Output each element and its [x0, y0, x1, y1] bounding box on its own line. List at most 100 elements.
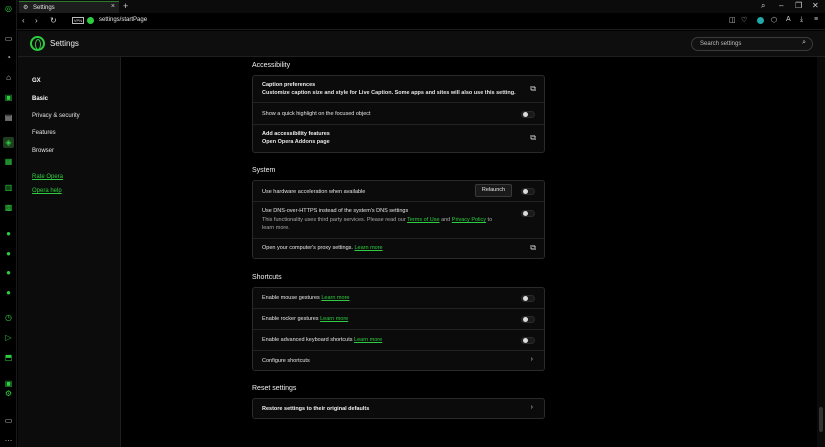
settings-app-icon[interactable]: ◈	[3, 137, 14, 148]
instagram-icon[interactable]: ●	[3, 248, 14, 259]
restore-defaults-label: Restore settings to their original defau…	[262, 406, 370, 412]
rate-opera-link[interactable]: Rate Opera	[32, 174, 63, 180]
highlight-toggle[interactable]	[521, 111, 535, 118]
window-close-button[interactable]: ✕	[812, 1, 819, 10]
search-placeholder: Search settings	[700, 41, 742, 47]
nav-item-gx[interactable]: GX	[32, 78, 41, 84]
external-link-icon[interactable]: ⧉	[530, 84, 536, 94]
shortcuts-card: Enable mouse gestures Learn more Enable …	[252, 287, 545, 371]
new-tab-button[interactable]: +	[123, 1, 128, 11]
dns-toggle[interactable]	[521, 210, 535, 217]
send-icon[interactable]: ▷	[3, 332, 14, 343]
more-icon[interactable]: …	[3, 433, 14, 444]
player-icon[interactable]: ▤	[3, 112, 14, 123]
tab-settings[interactable]: ⚙ Settings ×	[19, 1, 119, 13]
search-input[interactable]: Search settings ⌕	[691, 37, 813, 51]
cube-icon[interactable]: ⬡	[771, 16, 777, 24]
aria-icon[interactable]: A	[786, 16, 791, 23]
terms-of-use-link[interactable]: Terms of Use	[407, 217, 439, 223]
nav-item-basic[interactable]: Basic	[32, 96, 48, 102]
privacy-policy-link[interactable]: Privacy Policy	[452, 217, 486, 223]
mouse-learn-more-link[interactable]: Learn more	[321, 295, 349, 301]
mouse-gestures-row: Enable mouse gestures Learn more	[253, 288, 544, 309]
section-title-accessibility: Accessibility	[252, 62, 291, 69]
caption-subtitle: Customize caption size and style for Liv…	[262, 90, 516, 96]
opera-logo-icon	[30, 36, 45, 51]
twitch-icon[interactable]: ▣	[3, 92, 14, 103]
messenger-icon[interactable]: ▥	[3, 182, 14, 193]
restore-defaults-row[interactable]: Restore settings to their original defau…	[253, 399, 544, 419]
nav-item-features[interactable]: Features	[32, 130, 56, 136]
gx-control-icon[interactable]: ▭	[3, 33, 14, 44]
camera-icon[interactable]: ◫	[729, 16, 736, 24]
whatsapp-icon[interactable]: ●	[3, 228, 14, 239]
history-icon[interactable]: ◷	[3, 312, 14, 323]
dns-text: This functionality uses third party serv…	[262, 217, 406, 223]
minimize-button[interactable]: –	[779, 1, 783, 10]
forward-icon[interactable]: ›	[35, 16, 38, 25]
gx-settings-icon[interactable]: ⚙	[3, 388, 14, 399]
reload-icon[interactable]: ↻	[50, 16, 57, 25]
nav-item-privacy-security[interactable]: Privacy & security	[32, 113, 80, 119]
discord-icon[interactable]: ▦	[3, 156, 14, 167]
keyboard-shortcuts-toggle[interactable]	[521, 337, 535, 344]
vk-icon[interactable]: ●	[3, 267, 14, 278]
section-title-reset: Reset settings	[252, 385, 297, 392]
twitter-icon[interactable]: ●	[3, 287, 14, 298]
proxy-learn-more-link[interactable]: Learn more	[354, 245, 382, 251]
search-icon[interactable]: ⌕	[802, 39, 806, 47]
profile-icon[interactable]	[757, 17, 764, 24]
keyboard-shortcuts-row: Enable advanced keyboard shortcuts Learn…	[253, 330, 544, 351]
hardware-acceleration-label: Use hardware acceleration when available	[262, 189, 366, 195]
tab-title: Settings	[33, 4, 55, 11]
dns-title: Use DNS-over-HTTPS instead of the system…	[262, 208, 409, 214]
caption-title: Caption preferences	[262, 82, 316, 88]
dns-learn-text: learn more.	[262, 225, 290, 231]
configure-shortcuts-label: Configure shortcuts	[262, 358, 310, 364]
site-info-icon[interactable]	[87, 17, 94, 24]
proxy-text: Open your computer's proxy settings.	[262, 245, 353, 251]
highlight-row: Show a quick highlight on the focused ob…	[253, 103, 544, 125]
rocker-learn-more-link[interactable]: Learn more	[320, 316, 348, 322]
nav-item-browser[interactable]: Browser	[32, 148, 54, 154]
keyboard-shortcuts-label: Enable advanced keyboard shortcuts Learn…	[262, 337, 382, 343]
download-icon[interactable]: ⤓	[800, 16, 803, 24]
back-icon[interactable]: ‹	[22, 16, 25, 25]
page-title: Settings	[50, 39, 79, 48]
window-icon[interactable]: ▭	[3, 415, 14, 426]
shopping-icon[interactable]: ⌂	[3, 72, 14, 83]
external-link-icon[interactable]: ⧉	[530, 133, 536, 143]
gx-corner-icon[interactable]: ◔	[3, 52, 14, 63]
telegram-icon[interactable]: ▩	[3, 202, 14, 213]
rocker-gestures-row: Enable rocker gestures Learn more	[253, 309, 544, 330]
section-title-shortcuts: Shortcuts	[252, 274, 282, 281]
add-accessibility-title: Add accessibility features	[262, 131, 330, 137]
scroll-thumb[interactable]	[819, 407, 823, 432]
opera-help-link[interactable]: Opera help	[32, 188, 62, 194]
proxy-row[interactable]: Open your computer's proxy settings. Lea…	[253, 239, 544, 258]
search-tabs-icon[interactable]: ⌕	[761, 1, 765, 11]
rocker-gestures-text: Enable rocker gestures	[262, 316, 319, 322]
opera-sidebar: ◎ ▭ ◔ ⌂ ▣ ▤ ◈ ▦ ▥ ▩ ● ● ● ● ◷ ▷ ⬒ ▣ ⚙ ▭ …	[0, 0, 17, 447]
close-icon[interactable]: ×	[111, 3, 115, 10]
configure-shortcuts-row[interactable]: Configure shortcuts ›	[253, 351, 544, 371]
caption-preferences-row[interactable]: Caption preferences Customize caption si…	[253, 76, 544, 103]
rocker-gestures-toggle[interactable]	[521, 316, 535, 323]
opera-gx-logo-icon[interactable]: ◎	[3, 3, 14, 14]
url-field[interactable]: settings/startPage	[99, 17, 147, 23]
chevron-right-icon: ›	[530, 404, 533, 411]
downloads-icon[interactable]: ⬒	[3, 352, 14, 363]
scrollbar[interactable]	[817, 57, 825, 447]
vpn-badge[interactable]: VPN	[72, 17, 84, 24]
chevron-right-icon: ›	[530, 356, 533, 363]
heart-icon[interactable]: ♡	[741, 16, 747, 24]
mouse-gestures-toggle[interactable]	[521, 295, 535, 302]
settings-header: Settings Search settings ⌕	[18, 31, 825, 57]
restore-button[interactable]: ❐	[795, 1, 802, 10]
keyboard-learn-more-link[interactable]: Learn more	[354, 337, 382, 343]
add-accessibility-row[interactable]: Add accessibility features Open Opera Ad…	[253, 125, 544, 152]
external-link-icon[interactable]: ⧉	[530, 243, 536, 253]
menu-icon[interactable]: ≡	[814, 16, 818, 23]
relaunch-button[interactable]: Relaunch	[475, 184, 512, 197]
hardware-acceleration-toggle[interactable]	[521, 188, 535, 195]
